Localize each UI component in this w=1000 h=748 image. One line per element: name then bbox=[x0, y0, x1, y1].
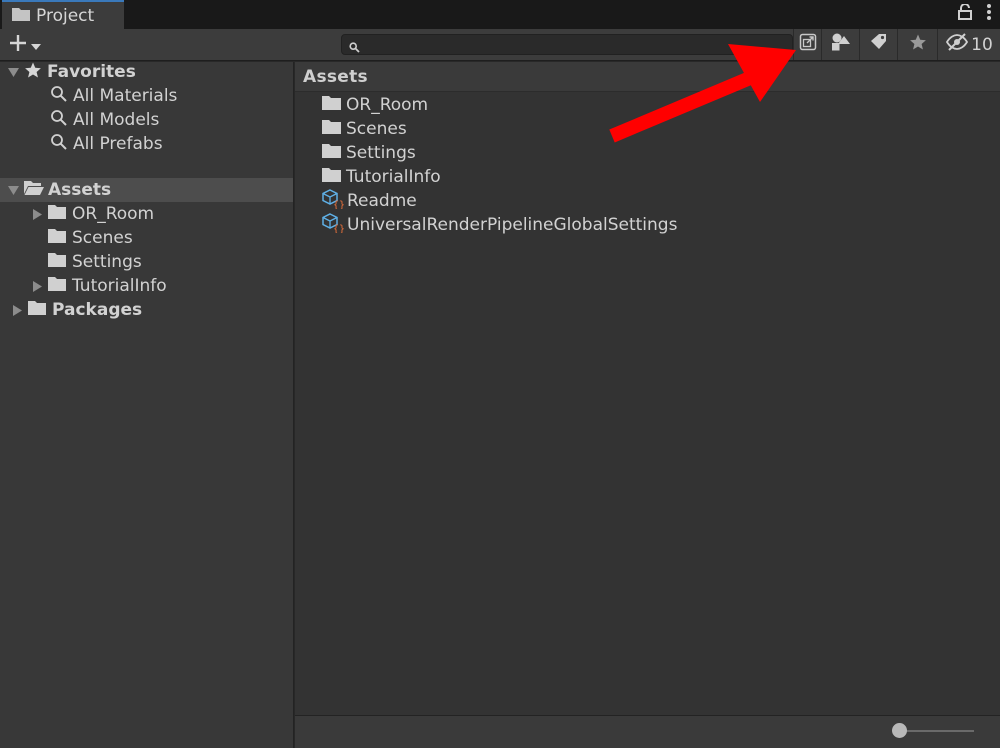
collapsed-triangle-icon[interactable] bbox=[30, 280, 44, 292]
expanded-triangle-icon[interactable] bbox=[6, 185, 20, 195]
search-icon bbox=[50, 109, 68, 132]
lock-icon[interactable] bbox=[958, 3, 972, 25]
icon-size-slider-track[interactable] bbox=[902, 730, 974, 732]
svg-text:{}: {} bbox=[333, 224, 344, 233]
scriptable-object-icon: {} bbox=[322, 212, 345, 238]
tree-item-packages[interactable]: Packages bbox=[10, 298, 142, 322]
folder-icon bbox=[48, 276, 66, 296]
shapes-icon bbox=[831, 33, 851, 56]
open-in-new-window-icon bbox=[799, 33, 817, 56]
scriptable-object-icon: {} bbox=[322, 188, 345, 214]
expanded-triangle-icon[interactable] bbox=[6, 67, 20, 77]
tree-item-all-prefabs[interactable]: All Prefabs bbox=[50, 132, 163, 156]
asset-item-scenes[interactable]: Scenes bbox=[322, 117, 407, 141]
asset-item-or-room[interactable]: OR_Room bbox=[322, 93, 428, 117]
tree-item-label: TutorialInfo bbox=[72, 276, 167, 296]
asset-item-settings[interactable]: Settings bbox=[322, 141, 416, 165]
breadcrumb[interactable]: Assets bbox=[295, 62, 1000, 92]
tree-item-favorites[interactable]: Favorites bbox=[6, 60, 136, 84]
asset-item-label: Readme bbox=[347, 191, 417, 211]
eye-slash-icon bbox=[945, 33, 969, 56]
folder-icon bbox=[322, 143, 341, 163]
tree-item-settings[interactable]: Settings bbox=[48, 250, 142, 274]
search-icon bbox=[50, 133, 68, 156]
asset-item-label: TutorialInfo bbox=[346, 167, 441, 187]
folder-open-icon bbox=[24, 180, 44, 201]
tree-item-label: OR_Room bbox=[72, 204, 155, 224]
breadcrumb-label: Assets bbox=[303, 66, 368, 87]
folder-icon bbox=[48, 204, 66, 224]
plus-icon bbox=[8, 33, 28, 58]
toggle-packages-visibility-button[interactable]: 10 bbox=[937, 29, 1000, 60]
tag-icon bbox=[870, 33, 888, 56]
tab-label: Project bbox=[36, 5, 95, 26]
tree-item-assets[interactable]: Assets bbox=[0, 178, 293, 202]
toolbar: 10 bbox=[0, 29, 1000, 61]
search-by-type-button[interactable] bbox=[821, 29, 859, 60]
collapsed-triangle-icon[interactable] bbox=[10, 304, 24, 316]
chevron-down-icon bbox=[31, 36, 41, 56]
folder-icon bbox=[322, 119, 341, 139]
tree-item-label: All Models bbox=[73, 110, 160, 130]
svg-text:{}: {} bbox=[333, 200, 344, 209]
tree-item-label: Assets bbox=[48, 180, 112, 200]
collapsed-triangle-icon[interactable] bbox=[30, 208, 44, 220]
asset-item-urp-global-settings[interactable]: {} UniversalRenderPipelineGlobalSettings bbox=[322, 212, 678, 238]
tree-item-all-models[interactable]: All Models bbox=[50, 108, 159, 132]
asset-item-label: Settings bbox=[346, 143, 416, 163]
tree-item-label: Packages bbox=[52, 300, 143, 320]
open-search-window-button[interactable] bbox=[793, 29, 821, 60]
tree-item-label: Scenes bbox=[72, 228, 133, 248]
search-by-label-button[interactable] bbox=[859, 29, 897, 60]
tree-item-scenes[interactable]: Scenes bbox=[48, 226, 133, 250]
tab-project[interactable]: Project bbox=[2, 0, 124, 29]
asset-item-readme[interactable]: {} Readme bbox=[322, 188, 417, 214]
icon-size-slider-handle[interactable] bbox=[892, 723, 907, 738]
folder-icon bbox=[48, 228, 66, 248]
bottom-bar bbox=[295, 715, 1000, 748]
search-icon bbox=[50, 85, 68, 108]
create-button[interactable] bbox=[8, 33, 41, 58]
tree-item-or-room[interactable]: OR_Room bbox=[30, 202, 154, 226]
asset-item-label: UniversalRenderPipelineGlobalSettings bbox=[347, 215, 678, 235]
tree-item-label: All Materials bbox=[73, 86, 178, 106]
tree-item-label: Settings bbox=[72, 252, 142, 272]
asset-item-label: OR_Room bbox=[346, 95, 429, 115]
save-search-favorite-button[interactable] bbox=[897, 29, 937, 60]
asset-item-tutorialinfo[interactable]: TutorialInfo bbox=[322, 165, 441, 189]
search-icon bbox=[349, 38, 360, 58]
tree-item-tutorialinfo[interactable]: TutorialInfo bbox=[30, 274, 167, 298]
folder-icon bbox=[28, 300, 46, 320]
search-input[interactable] bbox=[341, 34, 793, 55]
folder-icon bbox=[12, 6, 30, 26]
folder-icon bbox=[322, 95, 341, 115]
kebab-menu-icon[interactable] bbox=[986, 4, 992, 25]
tree-item-label: Favorites bbox=[47, 62, 136, 82]
asset-item-label: Scenes bbox=[346, 119, 407, 139]
tab-bar: Project bbox=[0, 0, 1000, 29]
folder-icon bbox=[48, 252, 66, 272]
asset-list-panel: Assets OR_Room Scenes Settings TutorialI… bbox=[295, 62, 1000, 715]
tree-item-label: All Prefabs bbox=[73, 134, 163, 154]
folder-tree-panel: Favorites All Materials All Models All P… bbox=[0, 62, 294, 748]
tree-item-all-materials[interactable]: All Materials bbox=[50, 84, 177, 108]
star-icon bbox=[24, 61, 42, 84]
star-icon bbox=[909, 33, 927, 56]
folder-icon bbox=[322, 167, 341, 187]
hidden-packages-count: 10 bbox=[971, 34, 993, 55]
